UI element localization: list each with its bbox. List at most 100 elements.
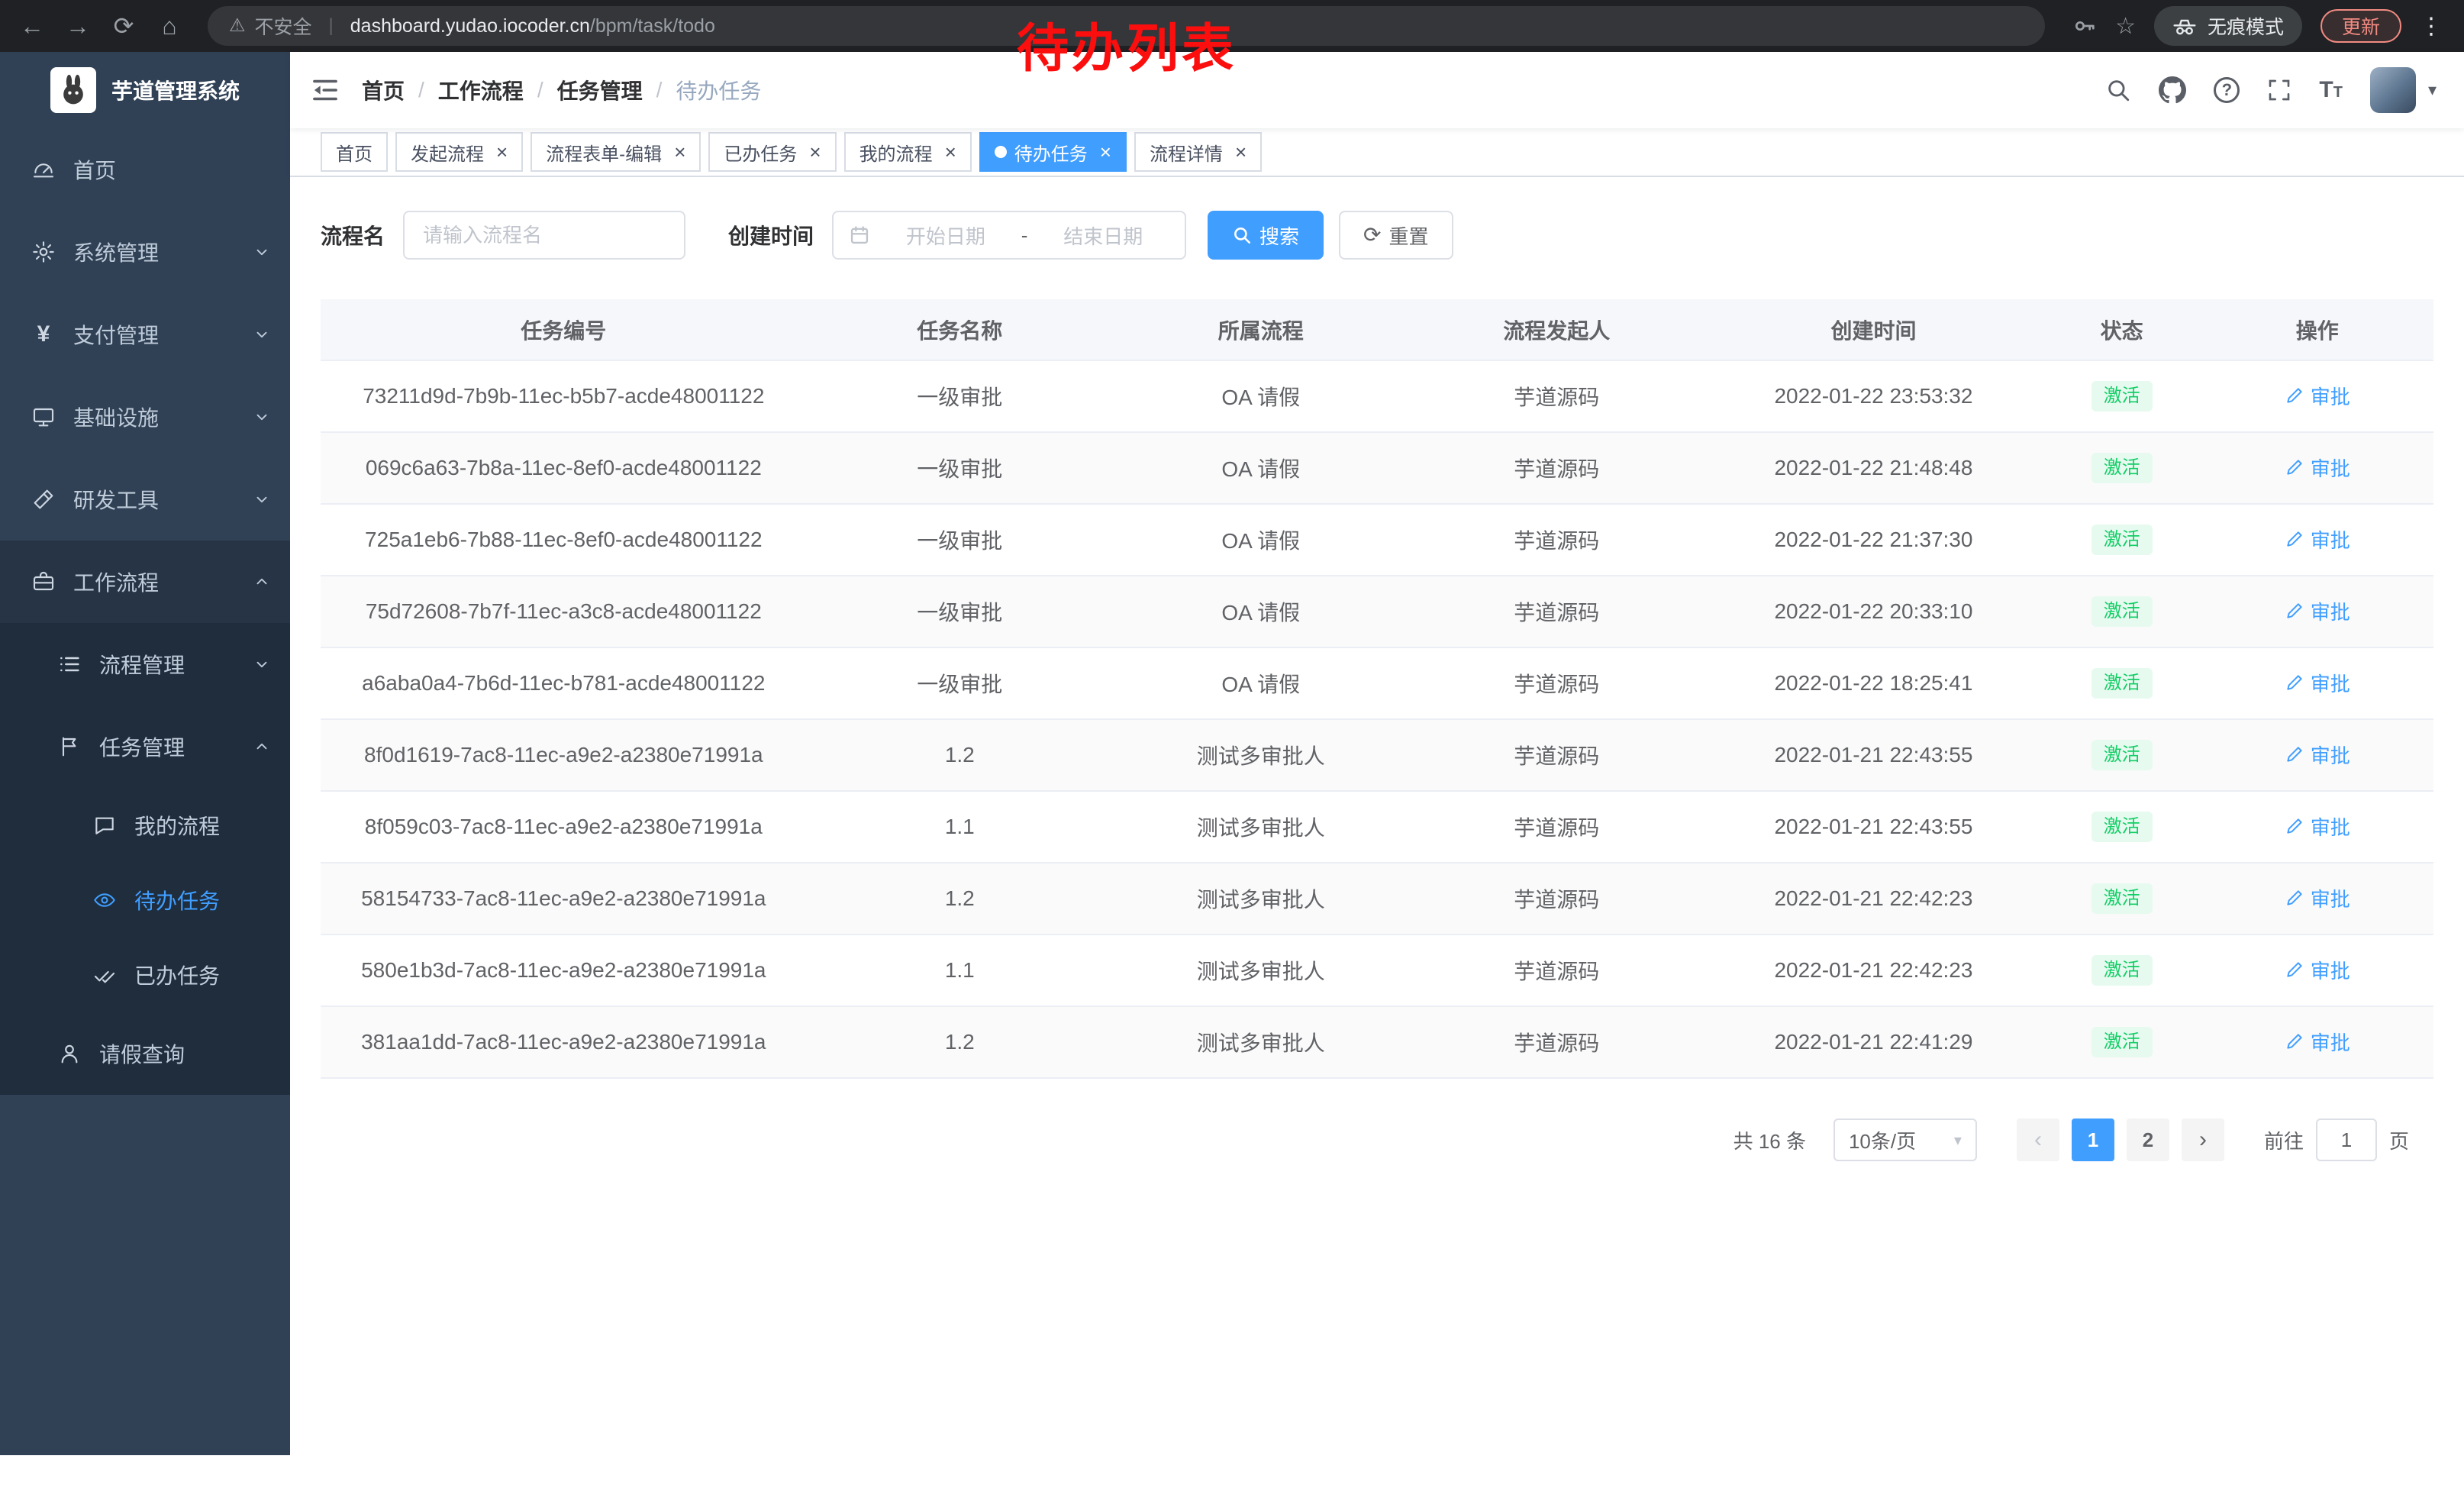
approve-link[interactable]: 审批 [2285, 812, 2350, 841]
approve-link[interactable]: 审批 [2285, 1028, 2350, 1056]
initiator-cell: 芋道源码 [1409, 504, 1705, 576]
browser-menu-button[interactable]: ⋮ [2420, 13, 2443, 40]
url-bar[interactable]: ⚠ 不安全 | dashboard.yudao.iocoder.cn/bpm/t… [208, 6, 2045, 46]
sidebar-item-workflow[interactable]: 工作流程 [0, 541, 290, 623]
breadcrumb: 首页/工作流程/任务管理/待办任务 [362, 75, 761, 105]
next-page-button[interactable]: › [2182, 1118, 2224, 1161]
sidebar-item-todo-task[interactable]: 待办任务 [0, 863, 290, 938]
goto-page-input[interactable] [2316, 1118, 2377, 1161]
approve-link[interactable]: 审批 [2285, 956, 2350, 984]
approve-label: 审批 [2311, 741, 2350, 769]
sidebar-menu: 首页系统管理¥支付管理基础设施研发工具工作流程流程管理任务管理我的流程待办任务已… [0, 128, 290, 1455]
sidebar-item-devtools[interactable]: 研发工具 [0, 458, 290, 541]
search-icon[interactable] [2105, 77, 2131, 103]
approve-label: 审批 [2311, 812, 2350, 841]
app-logo[interactable]: 芋道管理系统 [0, 52, 290, 128]
password-key-icon[interactable] [2072, 14, 2097, 38]
sidebar-item-leave-query[interactable]: 请假查询 [0, 1012, 290, 1095]
sidebar-item-system[interactable]: 系统管理 [0, 211, 290, 293]
search-button-label: 搜索 [1259, 221, 1299, 250]
home-button[interactable]: ⌂ [150, 6, 189, 46]
approve-link[interactable]: 审批 [2285, 597, 2350, 625]
breadcrumb-separator: / [418, 78, 424, 102]
tab-item[interactable]: 我的流程× [844, 132, 972, 172]
chevron-up-icon [253, 738, 270, 755]
table-row: 580e1b3d-7ac8-11ec-a9e2-a2380e71991a1.1测… [321, 934, 2433, 1006]
date-range-picker[interactable]: 开始日期 - 结束日期 [832, 211, 1186, 260]
sidebar-item-label: 已办任务 [134, 960, 220, 990]
tab-item[interactable]: 流程表单-编辑× [531, 132, 701, 172]
table-row: 75d72608-7b7f-11ec-a3c8-acde48001122一级审批… [321, 576, 2433, 647]
url-path: /bpm/task/todo [590, 15, 715, 37]
created-time-cell: 2022-01-21 22:42:23 [1704, 863, 2043, 934]
breadcrumb-item[interactable]: 任务管理 [557, 75, 643, 105]
table-row: 58154733-7ac8-11ec-a9e2-a2380e71991a1.2测… [321, 863, 2433, 934]
font-size-icon[interactable]: TT [2319, 77, 2343, 103]
chrome-right-controls: ☆ 无痕模式 更新 ⋮ [2063, 6, 2452, 46]
page-number-button[interactable]: 2 [2127, 1118, 2169, 1161]
tab-item[interactable]: 流程详情× [1134, 132, 1262, 172]
update-button[interactable]: 更新 [2320, 9, 2401, 43]
edit-icon [2285, 601, 2304, 621]
tab-close-icon[interactable]: × [809, 142, 821, 162]
sidebar-toggle[interactable] [311, 79, 339, 102]
tab-close-icon[interactable]: × [945, 142, 956, 162]
created-time-cell: 2022-01-21 22:41:29 [1704, 1006, 2043, 1078]
approve-link[interactable]: 审批 [2285, 741, 2350, 769]
sidebar-item-label: 请假查询 [99, 1038, 185, 1069]
page-number-button[interactable]: 1 [2072, 1118, 2114, 1161]
table-row: a6aba0a4-7b6d-11ec-b781-acde48001122一级审批… [321, 647, 2433, 719]
help-icon[interactable]: ? [2214, 77, 2240, 103]
end-date-input[interactable]: 结束日期 [1037, 221, 1169, 250]
sidebar-item-task-management[interactable]: 任务管理 [0, 705, 290, 788]
tab-item[interactable]: 发起流程× [395, 132, 523, 172]
avatar-caret-down-icon[interactable]: ▾ [2428, 80, 2437, 100]
tab-close-icon[interactable]: × [1100, 142, 1111, 162]
approve-link[interactable]: 审批 [2285, 669, 2350, 697]
user-avatar[interactable] [2370, 67, 2416, 113]
forward-button[interactable]: → [58, 6, 98, 46]
column-header: 操作 [2201, 299, 2433, 360]
action-cell: 审批 [2201, 432, 2433, 504]
process-name-input[interactable] [403, 211, 685, 260]
status-cell: 激活 [2043, 504, 2201, 576]
approve-link[interactable]: 审批 [2285, 525, 2350, 554]
process-name-label: 流程名 [321, 220, 385, 250]
start-date-input[interactable]: 开始日期 [879, 221, 1012, 250]
initiator-cell: 芋道源码 [1409, 863, 1705, 934]
admin-app: 芋道管理系统 首页系统管理¥支付管理基础设施研发工具工作流程流程管理任务管理我的… [0, 52, 2464, 1455]
sidebar-item-my-process[interactable]: 我的流程 [0, 788, 290, 863]
approve-link[interactable]: 审批 [2285, 884, 2350, 912]
approve-link[interactable]: 审批 [2285, 454, 2350, 482]
fullscreen-icon[interactable] [2267, 78, 2291, 102]
bookmark-star-icon[interactable]: ☆ [2115, 13, 2136, 40]
tab-item[interactable]: 待办任务× [979, 132, 1127, 172]
sidebar-item-infrastructure[interactable]: 基础设施 [0, 376, 290, 458]
sidebar-item-done-task[interactable]: 已办任务 [0, 938, 290, 1012]
created-time-cell: 2022-01-22 21:48:48 [1704, 432, 2043, 504]
back-button[interactable]: ← [12, 6, 52, 46]
tab-item[interactable]: 已办任务× [708, 132, 836, 172]
page-size-select[interactable]: 10条/页 ▾ [1833, 1118, 1977, 1161]
sidebar-item-process-management[interactable]: 流程管理 [0, 623, 290, 705]
github-icon[interactable] [2159, 76, 2186, 104]
table-header-row: 任务编号任务名称所属流程流程发起人创建时间状态操作 [321, 299, 2433, 360]
tab-item[interactable]: 首页 [321, 132, 388, 172]
tab-close-icon[interactable]: × [496, 142, 508, 162]
search-button[interactable]: 搜索 [1208, 211, 1324, 260]
initiator-cell: 芋道源码 [1409, 1006, 1705, 1078]
prev-page-button[interactable]: ‹ [2017, 1118, 2059, 1161]
created-time-cell: 2022-01-22 23:53:32 [1704, 360, 2043, 432]
gear-icon [31, 239, 56, 265]
tab-close-icon[interactable]: × [674, 142, 685, 162]
sidebar-item-home[interactable]: 首页 [0, 128, 290, 211]
breadcrumb-item[interactable]: 工作流程 [438, 75, 524, 105]
task-id-cell: a6aba0a4-7b6d-11ec-b781-acde48001122 [321, 647, 807, 719]
reset-button[interactable]: ⟳ 重置 [1339, 211, 1453, 260]
sidebar-item-payment[interactable]: ¥支付管理 [0, 293, 290, 376]
created-time-cell: 2022-01-22 20:33:10 [1704, 576, 2043, 647]
approve-link[interactable]: 审批 [2285, 382, 2350, 410]
reload-button[interactable]: ⟳ [104, 6, 144, 46]
breadcrumb-item[interactable]: 首页 [362, 75, 405, 105]
tab-close-icon[interactable]: × [1235, 142, 1247, 162]
